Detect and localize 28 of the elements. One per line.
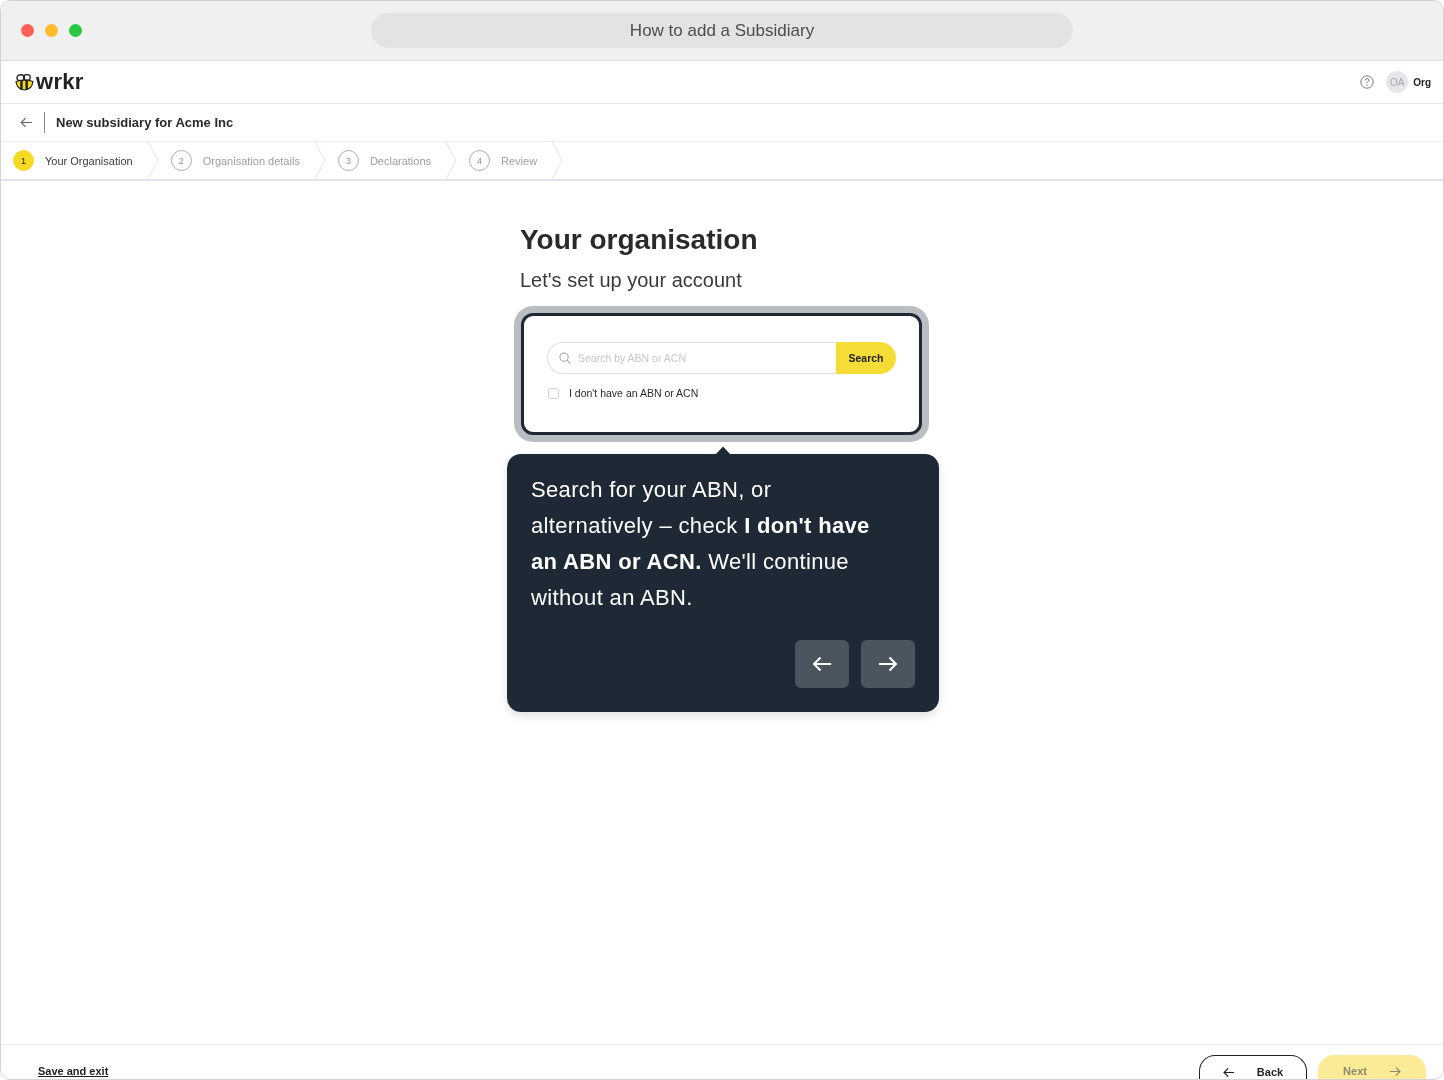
back-button[interactable]: [19, 116, 34, 129]
next-step-button[interactable]: [861, 640, 915, 688]
save-and-exit-link[interactable]: Save and exit: [38, 1064, 109, 1079]
arrow-left-icon: [20, 117, 33, 128]
arrow-right-icon: [878, 656, 898, 672]
step-number: 1: [13, 150, 34, 171]
user-name[interactable]: Org: [1413, 76, 1431, 88]
checkbox[interactable]: [548, 387, 559, 399]
window-title: How to add a Subsidiary: [371, 13, 1073, 48]
checkbox-label[interactable]: I don't have an ABN or ACN: [569, 387, 699, 399]
tooltip-text: Search for your ABN, or alternatively – check I don't have an ABN or ACN. We'll continue without an ABN.: [531, 476, 871, 612]
step-tab[interactable]: 1 Your Organisation: [1, 142, 147, 179]
arrow-left-icon: [1222, 1067, 1235, 1078]
logo-text: wrkr: [36, 70, 84, 94]
arrow-right-icon: [1388, 1066, 1401, 1077]
page-title: New subsidiary for Acme Inc: [56, 115, 234, 130]
search-button[interactable]: Search: [836, 342, 896, 374]
minimize-icon[interactable]: [45, 24, 58, 37]
search-icon: [559, 352, 571, 364]
page-subheading: Let's set up your account: [520, 268, 743, 293]
previous-button[interactable]: [795, 640, 849, 688]
page-heading: Your organisation: [520, 223, 759, 257]
bee-icon: [14, 73, 35, 91]
arrow-left-icon: [812, 656, 832, 672]
back-button[interactable]: Back: [1199, 1055, 1307, 1079]
maximize-icon[interactable]: [69, 24, 82, 37]
help-icon[interactable]: [1360, 75, 1375, 89]
close-icon[interactable]: [21, 24, 34, 37]
